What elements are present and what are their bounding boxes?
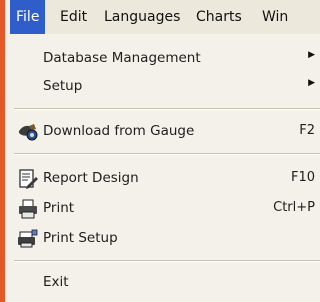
- menu-bar: File Edit Languages Charts Win: [10, 0, 320, 35]
- menu-item-print-setup[interactable]: Print Setup: [10, 226, 320, 254]
- menu-item-label: Print: [43, 200, 75, 216]
- menu-item-label: Database Management: [43, 50, 201, 66]
- submenu-arrow-icon: ▶: [308, 50, 315, 60]
- shortcut-label: F10: [290, 170, 315, 185]
- menu-item-label: Report Design: [43, 170, 139, 186]
- menu-separator: [14, 260, 320, 262]
- menu-item-database-management[interactable]: Database Management ▶: [10, 46, 320, 74]
- shortcut-label: Ctrl+P: [273, 200, 315, 215]
- menu-window[interactable]: Win: [256, 0, 294, 34]
- application-frame: File Edit Languages Charts Win Database …: [0, 0, 320, 302]
- shortcut-label: F2: [299, 123, 315, 138]
- menu-charts[interactable]: Charts: [190, 0, 248, 34]
- menu-item-label: Print Setup: [43, 230, 118, 246]
- menu-item-download-from-gauge[interactable]: Download from Gauge F2: [10, 119, 320, 147]
- menu-file[interactable]: File: [10, 0, 46, 34]
- print-setup-icon: [17, 228, 39, 250]
- menu-item-print[interactable]: Print Ctrl+P: [10, 196, 320, 224]
- menu-item-label: Download from Gauge: [43, 123, 195, 139]
- menu-separator: [14, 153, 320, 155]
- menu-item-label: Setup: [43, 78, 83, 94]
- report-design-icon: [17, 168, 39, 190]
- printer-icon: [17, 198, 39, 220]
- menu-item-exit[interactable]: Exit: [10, 270, 320, 298]
- submenu-arrow-icon: ▶: [308, 78, 315, 88]
- download-gauge-icon: [17, 121, 39, 143]
- menu-separator: [14, 108, 320, 110]
- menu-item-setup[interactable]: Setup ▶: [10, 74, 320, 102]
- menu-languages[interactable]: Languages: [98, 0, 186, 34]
- menu-item-label: Exit: [43, 274, 69, 290]
- file-menu-dropdown: Database Management ▶ Setup ▶ Download f…: [10, 34, 320, 302]
- menu-edit[interactable]: Edit: [54, 0, 93, 34]
- menu-item-report-design[interactable]: Report Design F10: [10, 166, 320, 194]
